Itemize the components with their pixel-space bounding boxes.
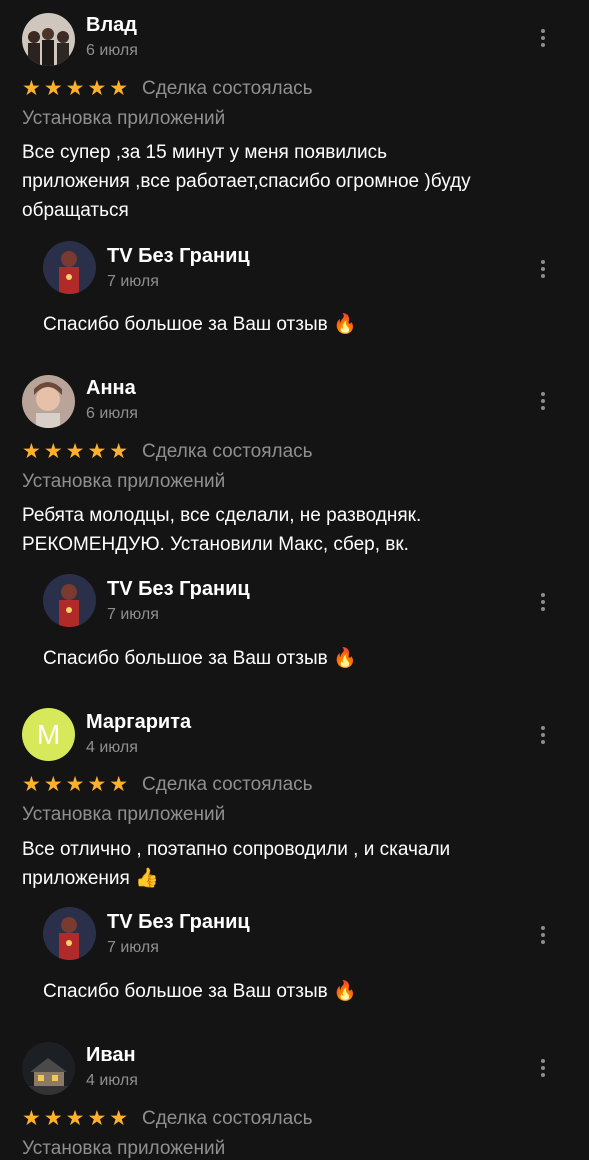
more-options-icon[interactable] bbox=[534, 590, 552, 616]
deal-status: Сделка состоялась bbox=[142, 78, 313, 99]
more-options-icon[interactable] bbox=[534, 1056, 552, 1082]
avatar[interactable] bbox=[22, 1042, 75, 1095]
seller-avatar[interactable] bbox=[43, 241, 96, 294]
thumbs-up-icon: 👍 bbox=[135, 868, 159, 889]
avatar[interactable]: М bbox=[22, 708, 75, 761]
seller-avatar[interactable] bbox=[43, 907, 96, 960]
service-name: Установка приложений bbox=[22, 471, 226, 492]
seller-name: TV Без Границ bbox=[107, 911, 250, 933]
reviewer-name: Маргарита bbox=[86, 711, 192, 733]
deal-status: Сделка состоялась bbox=[142, 1108, 313, 1129]
reviewer-name: Иван bbox=[86, 1044, 136, 1066]
fire-icon: 🔥 bbox=[333, 981, 357, 1002]
more-options-icon[interactable] bbox=[534, 26, 552, 52]
reply-date: 7 июля bbox=[107, 273, 159, 290]
reply-text: Спасибо большое за Ваш отзыв 🔥 bbox=[43, 981, 357, 1002]
seller-name: TV Без Границ bbox=[107, 578, 250, 600]
reviewer-name: Анна bbox=[86, 377, 136, 399]
review-date: 6 июля bbox=[86, 405, 138, 422]
avatar[interactable] bbox=[22, 13, 75, 66]
deal-status: Сделка состоялась bbox=[142, 774, 313, 795]
rating-stars: ★★★★★ bbox=[22, 1107, 132, 1130]
avatar[interactable] bbox=[22, 375, 75, 428]
review-date: 6 июля bbox=[86, 42, 138, 59]
fire-icon: 🔥 bbox=[333, 314, 357, 335]
review-date: 4 июля bbox=[86, 1072, 138, 1089]
seller-name: TV Без Границ bbox=[107, 245, 250, 267]
reply-text: Спасибо большое за Ваш отзыв 🔥 bbox=[43, 314, 357, 335]
deal-status: Сделка состоялась bbox=[142, 441, 313, 462]
review-text: Все отлично , поэтапно сопроводили , и с… bbox=[22, 839, 451, 889]
rating-stars: ★★★★★ bbox=[22, 440, 132, 463]
service-name: Установка приложений bbox=[22, 108, 226, 129]
more-options-icon[interactable] bbox=[534, 923, 552, 949]
service-name: Установка приложений bbox=[22, 1138, 226, 1159]
more-options-icon[interactable] bbox=[534, 389, 552, 415]
review-date: 4 июля bbox=[86, 739, 138, 756]
reply-text: Спасибо большое за Ваш отзыв 🔥 bbox=[43, 648, 357, 669]
rating-stars: ★★★★★ bbox=[22, 773, 132, 796]
reply-date: 7 июля bbox=[107, 606, 159, 623]
more-options-icon[interactable] bbox=[534, 723, 552, 749]
reply-date: 7 июля bbox=[107, 939, 159, 956]
review-text: Все супер ,за 15 минут у меня появились … bbox=[22, 142, 471, 221]
seller-avatar[interactable] bbox=[43, 574, 96, 627]
service-name: Установка приложений bbox=[22, 804, 226, 825]
more-options-icon[interactable] bbox=[534, 257, 552, 283]
fire-icon: 🔥 bbox=[333, 648, 357, 669]
rating-stars: ★★★★★ bbox=[22, 77, 132, 100]
reviewer-name: Влад bbox=[86, 14, 137, 36]
review-text: Ребята молодцы, все сделали, не разводня… bbox=[22, 505, 422, 555]
